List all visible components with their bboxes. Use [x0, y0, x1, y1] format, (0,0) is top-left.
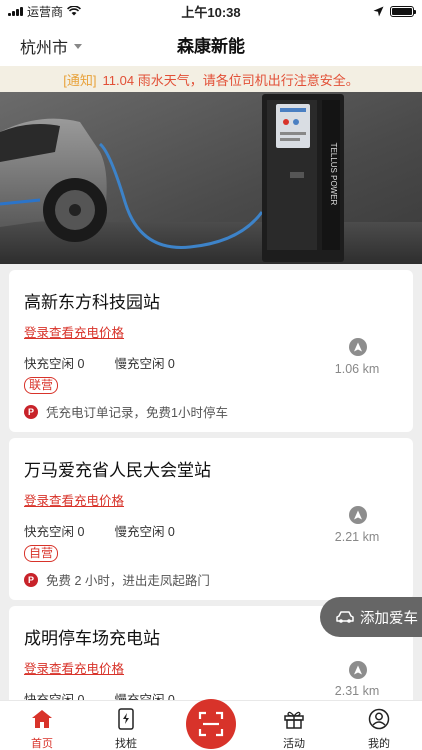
operator-tag: 自营: [24, 545, 59, 562]
fast-idle: 快充空闲 0: [24, 357, 85, 371]
car-icon: [336, 611, 354, 623]
parking-text: 凭充电订单记录，免费1小时停车: [46, 406, 228, 420]
station-name: 万马爱充省人民大会堂站: [24, 461, 211, 480]
tab-mine-label: 我的: [368, 738, 390, 750]
city-label: 杭州市: [20, 40, 69, 57]
wifi-icon: [67, 6, 81, 16]
status-bar-right: [274, 5, 416, 17]
page-title: 森康新能: [177, 36, 245, 56]
operator-tag: 联营: [24, 377, 59, 394]
idle-counts: 快充空闲 0 慢充空闲 0: [24, 521, 175, 540]
status-time: 上午10:38: [181, 4, 241, 20]
scan-icon: [198, 711, 224, 737]
add-car-button[interactable]: 添加爱车: [320, 597, 422, 637]
tab-home[interactable]: 首页: [12, 707, 72, 750]
carrier-label: 运营商: [27, 4, 64, 19]
banner-image: TELLUS POWER: [0, 92, 422, 264]
tab-activity[interactable]: 活动: [264, 707, 324, 750]
charger-brand-text: TELLUS POWER: [329, 143, 338, 206]
station-name: 高新东方科技园站: [24, 293, 160, 312]
slow-idle: 慢充空闲 0: [114, 525, 175, 539]
user-icon: [368, 708, 390, 730]
idle-counts: 快充空闲 0 慢充空闲 0: [24, 353, 175, 372]
add-car-label: 添加爱车: [360, 610, 418, 627]
tab-find-label: 找桩: [115, 738, 137, 750]
notice-tag: [通知]: [63, 72, 97, 88]
tab-find[interactable]: 找桩: [96, 707, 156, 750]
status-bar: 运营商 上午10:38: [0, 0, 422, 22]
tab-home-label: 首页: [31, 738, 53, 750]
parking-info: P 免费 2 小时，进出走凤起路门: [24, 570, 210, 589]
navigate-icon[interactable]: [349, 661, 367, 679]
caret-down-icon: [74, 43, 83, 49]
nav-bar: 杭州市 森康新能: [0, 22, 422, 66]
battery-level: [392, 7, 412, 15]
tab-mine[interactable]: 我的: [349, 707, 409, 750]
charging-pile-icon: [118, 708, 134, 730]
city-selector[interactable]: 杭州市: [20, 34, 83, 58]
navigate-icon[interactable]: [349, 338, 367, 356]
promo-banner[interactable]: TELLUS POWER: [0, 92, 422, 264]
notice-bar[interactable]: [通知] 11.04 雨水天气，请各位司机出行注意安全。: [0, 66, 422, 92]
parking-icon: P: [24, 572, 38, 587]
distance-label: 2.21 km: [334, 530, 380, 544]
slow-idle: 慢充空闲 0: [114, 357, 175, 371]
parking-text: 免费 2 小时，进出走凤起路门: [46, 574, 210, 588]
fast-idle: 快充空闲 0: [24, 525, 85, 539]
login-price-link[interactable]: 登录查看充电价格: [24, 322, 124, 341]
notice-text: 11.04 雨水天气，请各位司机出行注意安全。: [102, 72, 359, 88]
distance-label: 1.06 km: [334, 362, 380, 376]
station-card[interactable]: 万马爱充省人民大会堂站 登录查看充电价格 快充空闲 0 慢充空闲 0 自营 P …: [9, 438, 413, 600]
home-icon: [32, 710, 52, 728]
status-bar-left: 运营商: [8, 3, 148, 20]
battery-icon: [390, 5, 416, 17]
tab-activity-label: 活动: [283, 738, 305, 750]
scan-button[interactable]: [186, 699, 236, 749]
login-price-link[interactable]: 登录查看充电价格: [24, 490, 124, 509]
parking-icon: P: [24, 404, 38, 419]
station-name: 成明停车场充电站: [24, 629, 160, 648]
parking-info: P 凭充电订单记录，免费1小时停车: [24, 402, 228, 421]
gift-icon: [284, 711, 304, 729]
navigate-icon[interactable]: [349, 506, 367, 524]
location-arrow-icon: [373, 6, 384, 16]
distance-label: 2.31 km: [334, 684, 380, 698]
station-card[interactable]: 高新东方科技园站 登录查看充电价格 快充空闲 0 慢充空闲 0 联营 P 凭充电…: [9, 270, 413, 432]
signal-icon: [8, 6, 23, 16]
login-price-link[interactable]: 登录查看充电价格: [24, 658, 124, 677]
